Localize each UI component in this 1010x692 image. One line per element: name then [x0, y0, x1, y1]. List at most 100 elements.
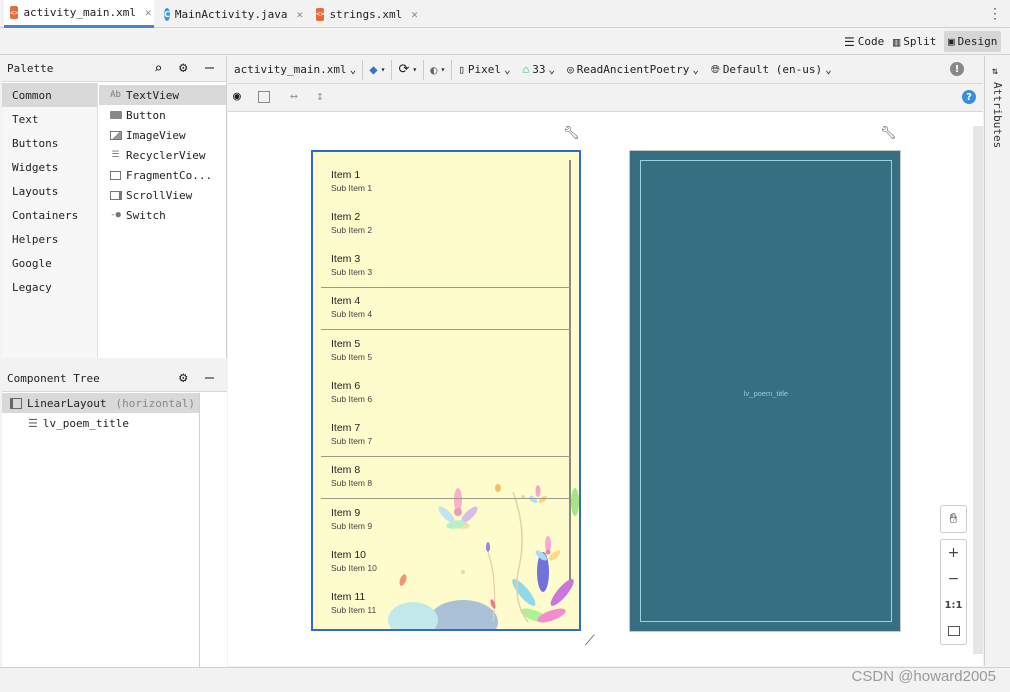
orientation-button[interactable]: ⟳ ▾ [392, 58, 423, 82]
list-item-title: Item 5 [331, 338, 361, 350]
tab-activity-main[interactable]: <> activity_main.xml ✕ [4, 0, 154, 28]
design-mode-button[interactable]: ▣ Design [944, 31, 1002, 52]
palette-category-buttons[interactable]: Buttons [2, 131, 97, 155]
palette-category-google[interactable]: Google [2, 251, 97, 275]
list-item-subtitle: Sub Item 9 [331, 521, 373, 531]
palette-widget-scrollview[interactable]: ScrollView [99, 185, 226, 205]
palette-title: Palette [7, 62, 54, 75]
layout-file-dropdown[interactable]: activity_main.xml ⌄ [228, 58, 362, 82]
tree-node-label: LinearLayout [27, 396, 107, 410]
zoom-out-button[interactable]: − [941, 566, 966, 592]
warning-icon[interactable]: ! [950, 62, 964, 76]
zoom-actual-size-button[interactable]: 1:1 [941, 592, 966, 618]
search-icon[interactable]: ⌕ [154, 61, 162, 77]
layers-icon: ◆ [369, 61, 378, 78]
blueprint-listview-outline[interactable]: lv_poem_title [640, 160, 892, 622]
list-item[interactable]: Item 2 Sub Item 2 [331, 211, 566, 235]
design-toolbar: activity_main.xml ⌄ ◆ ▾ ⟳ ▾ ◐ ▾ ▯ Pixel … [228, 56, 983, 84]
list-item[interactable]: Item 1 Sub Item 1 [331, 169, 566, 193]
list-icon: ☰ [111, 150, 120, 160]
horizontal-expand-icon[interactable]: ↔ [290, 89, 298, 104]
resize-handle-icon[interactable]: ⟋ [585, 633, 595, 649]
tab-main-activity[interactable]: C MainActivity.java ✕ [158, 0, 308, 28]
palette-widget-recyclerview[interactable]: ☰ RecyclerView [99, 145, 226, 165]
palette-widget-fragment[interactable]: FragmentCo... [99, 165, 226, 185]
widget-label: ImageView [126, 128, 186, 142]
palette-category-layouts[interactable]: Layouts [2, 179, 97, 203]
palette-widget-switch[interactable]: -● Switch [99, 205, 226, 225]
fragment-icon [109, 170, 122, 180]
close-icon[interactable]: ✕ [145, 6, 152, 19]
code-mode-label: Code [857, 35, 885, 48]
minimize-icon[interactable]: — [205, 58, 214, 76]
zoom-controls: + − 1:1 [940, 539, 967, 645]
gear-icon[interactable]: ⚙ [179, 60, 187, 76]
minimize-icon[interactable]: — [205, 368, 214, 386]
tree-node-linearlayout[interactable]: LinearLayout (horizontal) [2, 393, 199, 413]
zoom-fit-button[interactable] [941, 618, 966, 644]
widget-label: Button [126, 108, 166, 122]
palette-category-containers[interactable]: Containers [2, 203, 97, 227]
code-mode-button[interactable]: ☰ Code [840, 31, 888, 52]
theme-dropdown[interactable]: ◎ ReadAncientPoetry ⌄ [561, 58, 705, 82]
vertical-expand-icon[interactable]: ↕ [316, 89, 324, 104]
list-item[interactable]: Item 7 Sub Item 7 [331, 422, 566, 446]
locale-dropdown[interactable]: 🌐︎ Default (en-us) ⌄ [705, 58, 838, 82]
help-icon[interactable]: ? [962, 90, 976, 104]
list-item-subtitle: Sub Item 10 [331, 563, 377, 573]
list-item[interactable]: Item 8 Sub Item 8 [331, 464, 566, 488]
canvas-scrollbar[interactable] [973, 126, 983, 654]
blueprint-toggle-icon[interactable] [258, 91, 270, 103]
list-item[interactable]: Item 3 Sub Item 3 [331, 253, 566, 277]
locale-label: Default (en-us) [722, 63, 823, 76]
list-item[interactable]: Item 4 Sub Item 4 [331, 295, 566, 319]
device-dropdown[interactable]: ▯ Pixel ⌄ [452, 58, 516, 82]
palette-category-common[interactable]: Common [2, 83, 97, 107]
palette-widget-imageview[interactable]: ImageView [99, 125, 226, 145]
list-item-subtitle: Sub Item 2 [331, 225, 373, 235]
list-item[interactable]: Item 5 Sub Item 5 [331, 338, 566, 362]
tab-label: MainActivity.java [174, 7, 288, 21]
list-item[interactable]: Item 10 Sub Item 10 [331, 549, 566, 573]
close-icon[interactable]: ✕ [411, 8, 418, 21]
list-item-subtitle: Sub Item 1 [331, 183, 373, 193]
list-scrollbar [569, 160, 571, 580]
list-item-subtitle: Sub Item 6 [331, 394, 373, 404]
widget-label: RecyclerView [126, 148, 206, 162]
tab-strings[interactable]: <> strings.xml ✕ [310, 0, 420, 28]
attributes-icon: ⇅ [992, 66, 999, 77]
widget-label: ScrollView [126, 188, 193, 202]
chevron-down-icon: ⌄ [692, 63, 699, 76]
api-level-dropdown[interactable]: ⌂ 33 ⌄ [517, 58, 562, 82]
close-icon[interactable]: ✕ [296, 8, 303, 21]
split-mode-button[interactable]: ▥ Split [889, 31, 940, 52]
palette-widget-textview[interactable]: Ab TextView [99, 85, 226, 105]
palette-widget-button[interactable]: Button [99, 105, 226, 125]
tree-node-lv-poem-title[interactable]: ☰ lv_poem_title [2, 413, 199, 433]
palette-category-helpers[interactable]: Helpers [2, 227, 97, 251]
wrench-icon[interactable]: 🔧︎ [880, 126, 897, 141]
code-mode-icon: ☰ [844, 34, 855, 49]
component-tree: LinearLayout (horizontal) ☰ lv_poem_titl… [2, 393, 200, 668]
attributes-tab[interactable]: Attributes [991, 82, 1004, 148]
widget-label: TextView [126, 88, 179, 102]
list-item[interactable]: Item 11 Sub Item 11 [331, 591, 566, 615]
list-item-title: Item 9 [331, 507, 361, 519]
more-vertical-icon[interactable]: ⋮ [988, 6, 1002, 22]
chevron-down-icon: ▾ [440, 65, 446, 74]
blueprint-preview[interactable]: lv_poem_title [629, 150, 901, 632]
design-surface-button[interactable]: ◆ ▾ [363, 58, 391, 82]
list-item[interactable]: Item 6 Sub Item 6 [331, 380, 566, 404]
palette-category-text[interactable]: Text [2, 107, 97, 131]
palette-category-legacy[interactable]: Legacy [2, 275, 97, 299]
zoom-in-button[interactable]: + [941, 540, 966, 566]
list-item[interactable]: Item 9 Sub Item 9 [331, 507, 566, 531]
wrench-icon[interactable]: 🔧︎ [563, 126, 580, 141]
gear-icon[interactable]: ⚙ [179, 370, 187, 386]
button-icon [109, 110, 122, 120]
design-preview[interactable]: Item 1 Sub Item 1 Item 2 Sub Item 2 Item… [311, 150, 581, 631]
night-mode-button[interactable]: ◐ ▾ [424, 58, 451, 82]
hand-icon[interactable]: ✋︎ [941, 506, 966, 532]
palette-category-widgets[interactable]: Widgets [2, 155, 97, 179]
eye-icon[interactable]: ◉ [233, 89, 241, 104]
